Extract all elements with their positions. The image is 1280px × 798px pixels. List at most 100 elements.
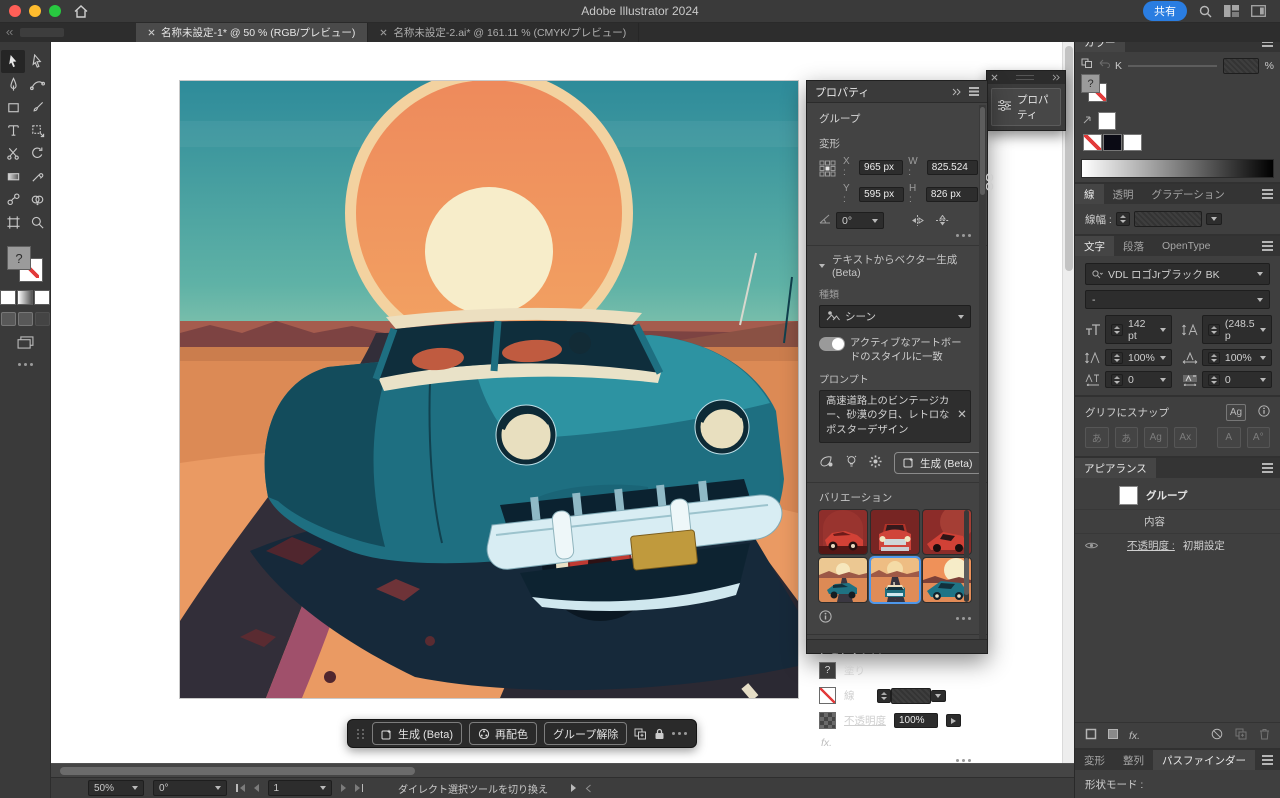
tab-character[interactable]: 文字 [1075, 236, 1114, 256]
horizontal-scrollbar[interactable] [50, 763, 1075, 778]
k-value-field[interactable] [1223, 58, 1259, 74]
variations-more-options[interactable] [956, 617, 971, 620]
share-button[interactable]: 共有 [1143, 1, 1187, 21]
snap-glyph-baseline-icon[interactable]: あ [1115, 427, 1139, 448]
stroke-width-stepper[interactable] [877, 689, 891, 703]
panel-menu-icon[interactable] [1262, 241, 1273, 243]
flip-horizontal-icon[interactable] [911, 215, 924, 226]
fill-swatch-unknown[interactable]: ? [1081, 74, 1100, 93]
stroke-width-field[interactable] [891, 688, 931, 704]
snap-glyph-em-box-icon[interactable]: あ [1085, 427, 1109, 448]
draw-inside-mode[interactable] [35, 312, 50, 326]
close-icon[interactable] [991, 74, 998, 81]
stroke-width-field[interactable] [1134, 211, 1202, 227]
canvas[interactable]: 生成 (Beta) 再配色 グループ解除 プロパティ [50, 42, 1075, 764]
direct-selection-tool[interactable] [25, 50, 49, 73]
generate-beta-button[interactable]: 生成 (Beta) [894, 452, 982, 474]
panel-menu-icon[interactable] [969, 87, 979, 89]
panel-menu-icon[interactable] [1262, 755, 1273, 757]
arrange-documents-icon[interactable] [1224, 5, 1239, 17]
lock-icon[interactable] [654, 728, 665, 740]
fill-swatch[interactable]: ? [819, 662, 836, 679]
tab-transparency[interactable]: 透明 [1104, 184, 1143, 204]
zoom-level-dropdown[interactable]: 50% [88, 780, 144, 796]
next-artboard-button[interactable] [341, 784, 346, 792]
tab-appearance[interactable]: アピアランス [1075, 458, 1156, 478]
font-family-dropdown[interactable]: VDL ロゴJrブラック BK [1085, 263, 1270, 285]
appearance-opacity-value[interactable]: 初期設定 [1183, 538, 1225, 553]
zoom-window-button[interactable] [49, 5, 61, 17]
none-color-swatch[interactable] [1083, 134, 1102, 151]
glyph-ag-icon[interactable]: Ag [1226, 404, 1246, 421]
artboard[interactable] [180, 81, 798, 698]
stroke-swatch[interactable] [819, 687, 836, 704]
clear-appearance-icon[interactable] [1211, 728, 1223, 743]
taskbar-drag-handle[interactable] [357, 729, 365, 739]
info-icon[interactable] [1258, 405, 1270, 420]
leading-dropdown[interactable]: (248.5 p [1202, 315, 1272, 344]
snap-glyph-angle-icon[interactable]: A [1217, 427, 1241, 448]
stroke-width-stepper[interactable] [1116, 212, 1130, 226]
tab-transform[interactable]: 変形 [1075, 750, 1114, 770]
screen-mode-icon[interactable] [17, 336, 34, 349]
info-icon[interactable] [819, 610, 832, 626]
search-icon[interactable] [1199, 5, 1212, 18]
x-field[interactable]: 965 px [859, 160, 903, 175]
rotation-dropdown[interactable]: 0° [153, 780, 227, 796]
fx-button[interactable]: fx. [821, 737, 971, 749]
generative-settings-icon[interactable] [819, 455, 834, 471]
scissors-tool[interactable] [1, 142, 25, 165]
clear-prompt-icon[interactable] [958, 409, 966, 423]
workspace-switcher-icon[interactable] [1251, 5, 1266, 17]
appearance-thumbnail[interactable] [1119, 486, 1138, 505]
collapse-panel-icon[interactable] [951, 88, 961, 96]
blend-tool[interactable] [1, 188, 25, 211]
tab-paragraph[interactable]: 段落 [1114, 236, 1153, 256]
white-swatch[interactable] [1098, 112, 1116, 130]
expand-chevron-icon[interactable] [1052, 74, 1061, 81]
type-tool[interactable] [1, 119, 25, 142]
rotation-dropdown[interactable]: 0° [836, 212, 884, 229]
close-tab-icon[interactable] [148, 29, 155, 36]
appearance-opacity-label[interactable]: 不透明度 : [1127, 538, 1175, 553]
new-stroke-icon[interactable] [1085, 728, 1097, 743]
tab-stroke[interactable]: 線 [1075, 184, 1104, 204]
swap-fill-stroke-icon[interactable] [1081, 58, 1093, 72]
eyedropper-tool[interactable] [25, 165, 49, 188]
curvature-tool[interactable] [25, 73, 49, 96]
gradient-button[interactable] [17, 290, 33, 305]
appearance-more-options[interactable] [819, 759, 971, 762]
y-field[interactable]: 595 px [859, 187, 904, 202]
close-window-button[interactable] [9, 5, 21, 17]
canvas-vscroll-thumb[interactable] [1065, 46, 1073, 271]
document-tab-2[interactable]: 名称未設定-2.ai* @ 161.11 % (CMYK/プレビュー) [368, 22, 639, 42]
variation-thumbnail-teal-car-desert[interactable] [819, 558, 867, 602]
h-field[interactable]: 826 px [926, 187, 978, 202]
appearance-contents-row[interactable]: 内容 [1144, 514, 1165, 529]
tab-opentype[interactable]: OpenType [1153, 236, 1219, 256]
w-field[interactable]: 825.524 [927, 160, 978, 175]
stroke-width-dropdown[interactable] [1206, 213, 1222, 225]
suggestions-lightbulb-icon[interactable] [846, 455, 857, 472]
pen-tool[interactable] [1, 73, 25, 96]
font-size-dropdown[interactable]: 142 pt [1105, 315, 1172, 344]
generation-type-dropdown[interactable]: シーン [819, 305, 971, 328]
properties-panel-icon-button[interactable]: プロパティ [991, 88, 1061, 126]
last-artboard-button[interactable] [355, 784, 364, 792]
link-dimensions-icon[interactable] [985, 173, 994, 194]
snap-glyph-ax-icon[interactable]: Ax [1174, 427, 1198, 448]
k-slider[interactable] [1128, 65, 1217, 67]
paintbrush-tool[interactable] [25, 96, 49, 119]
properties-scrollbar-thumb[interactable] [980, 107, 985, 195]
previous-artboard-button[interactable] [254, 784, 259, 792]
section-expand-chevron[interactable] [819, 264, 825, 268]
delete-item-icon[interactable] [1259, 728, 1270, 743]
variation-thumbnail-teal-car-road-selected[interactable] [871, 558, 919, 602]
kerning-dropdown[interactable]: 0 [1105, 371, 1172, 388]
snap-glyph-ag-icon[interactable]: Ag [1144, 427, 1168, 448]
gradient-tool[interactable] [1, 165, 25, 188]
tab-align[interactable]: 整列 [1114, 750, 1153, 770]
properties-panel-header[interactable]: プロパティ [807, 81, 987, 103]
generate-button[interactable]: 生成 (Beta) [372, 722, 462, 745]
match-artboard-style-toggle[interactable] [819, 337, 845, 351]
